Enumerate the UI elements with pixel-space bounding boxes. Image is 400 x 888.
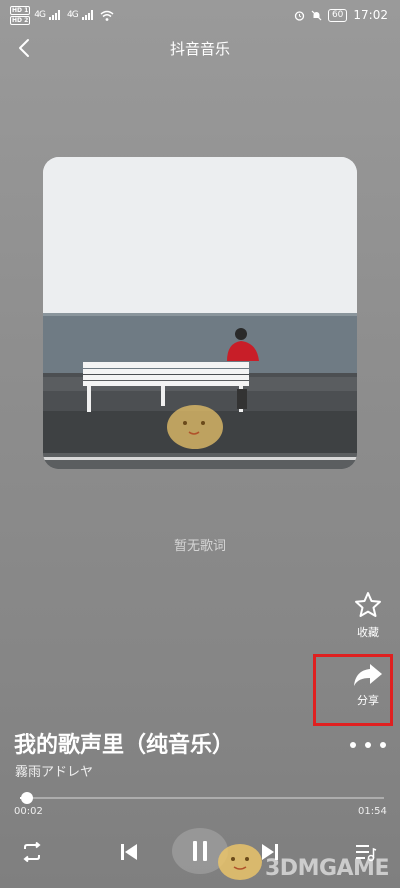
status-left: HD 1 HD 2 4G 4G bbox=[10, 5, 114, 25]
total-time: 01:54 bbox=[358, 806, 387, 817]
current-time: 00:02 bbox=[14, 806, 43, 817]
pause-icon bbox=[193, 841, 207, 861]
signal1-label: 4G bbox=[34, 10, 46, 20]
sim-badges: HD 1 HD 2 bbox=[10, 5, 31, 25]
clock: 17:02 bbox=[353, 8, 388, 22]
more-dot bbox=[350, 742, 356, 748]
share-arrow-icon bbox=[354, 664, 382, 686]
repeat-button[interactable] bbox=[18, 838, 46, 866]
sim2-badge: HD 2 bbox=[10, 15, 31, 25]
signal-bars-icon bbox=[81, 10, 93, 20]
mascot-watermark-icon bbox=[218, 844, 262, 880]
share-button[interactable]: 分享 bbox=[345, 662, 391, 708]
share-label: 分享 bbox=[357, 694, 379, 707]
skip-previous-icon bbox=[121, 844, 137, 860]
page-title: 抖音音乐 bbox=[169, 39, 230, 58]
repeat-icon bbox=[23, 842, 41, 862]
watermark-text: 3DMGAME bbox=[265, 856, 389, 881]
wifi-icon bbox=[100, 10, 114, 21]
more-dot bbox=[380, 742, 386, 748]
more-dot bbox=[365, 742, 371, 748]
chevron-left-icon bbox=[19, 39, 29, 57]
artist-name[interactable]: 霧雨アドレヤ bbox=[15, 761, 93, 780]
previous-button[interactable] bbox=[115, 838, 143, 866]
back-button[interactable] bbox=[12, 36, 36, 60]
lyrics-placeholder: 暂无歌词 bbox=[173, 539, 226, 554]
album-cover-image bbox=[43, 157, 357, 469]
favorite-label: 收藏 bbox=[357, 626, 379, 639]
alarm-icon bbox=[294, 10, 305, 21]
signal2-label: 4G bbox=[66, 10, 79, 20]
favorite-button[interactable]: 收藏 bbox=[345, 590, 391, 640]
progress-thumb[interactable] bbox=[21, 792, 34, 804]
sim1-badge: HD 1 bbox=[10, 5, 31, 15]
album-cover bbox=[43, 157, 357, 469]
mute-bell-icon bbox=[311, 10, 322, 20]
progress-slider[interactable] bbox=[20, 792, 384, 804]
star-outline-icon bbox=[355, 592, 381, 617]
more-options-button[interactable] bbox=[350, 737, 386, 753]
status-right: 60 17:02 bbox=[294, 8, 388, 22]
song-title: 我的歌声里（纯音乐） bbox=[14, 733, 235, 758]
signal-bars-icon bbox=[48, 10, 60, 20]
status-bar: HD 1 HD 2 4G 4G 60 17:02 bbox=[0, 0, 400, 30]
battery-indicator: 60 bbox=[327, 8, 348, 22]
top-bar: 抖音音乐 bbox=[0, 30, 400, 66]
